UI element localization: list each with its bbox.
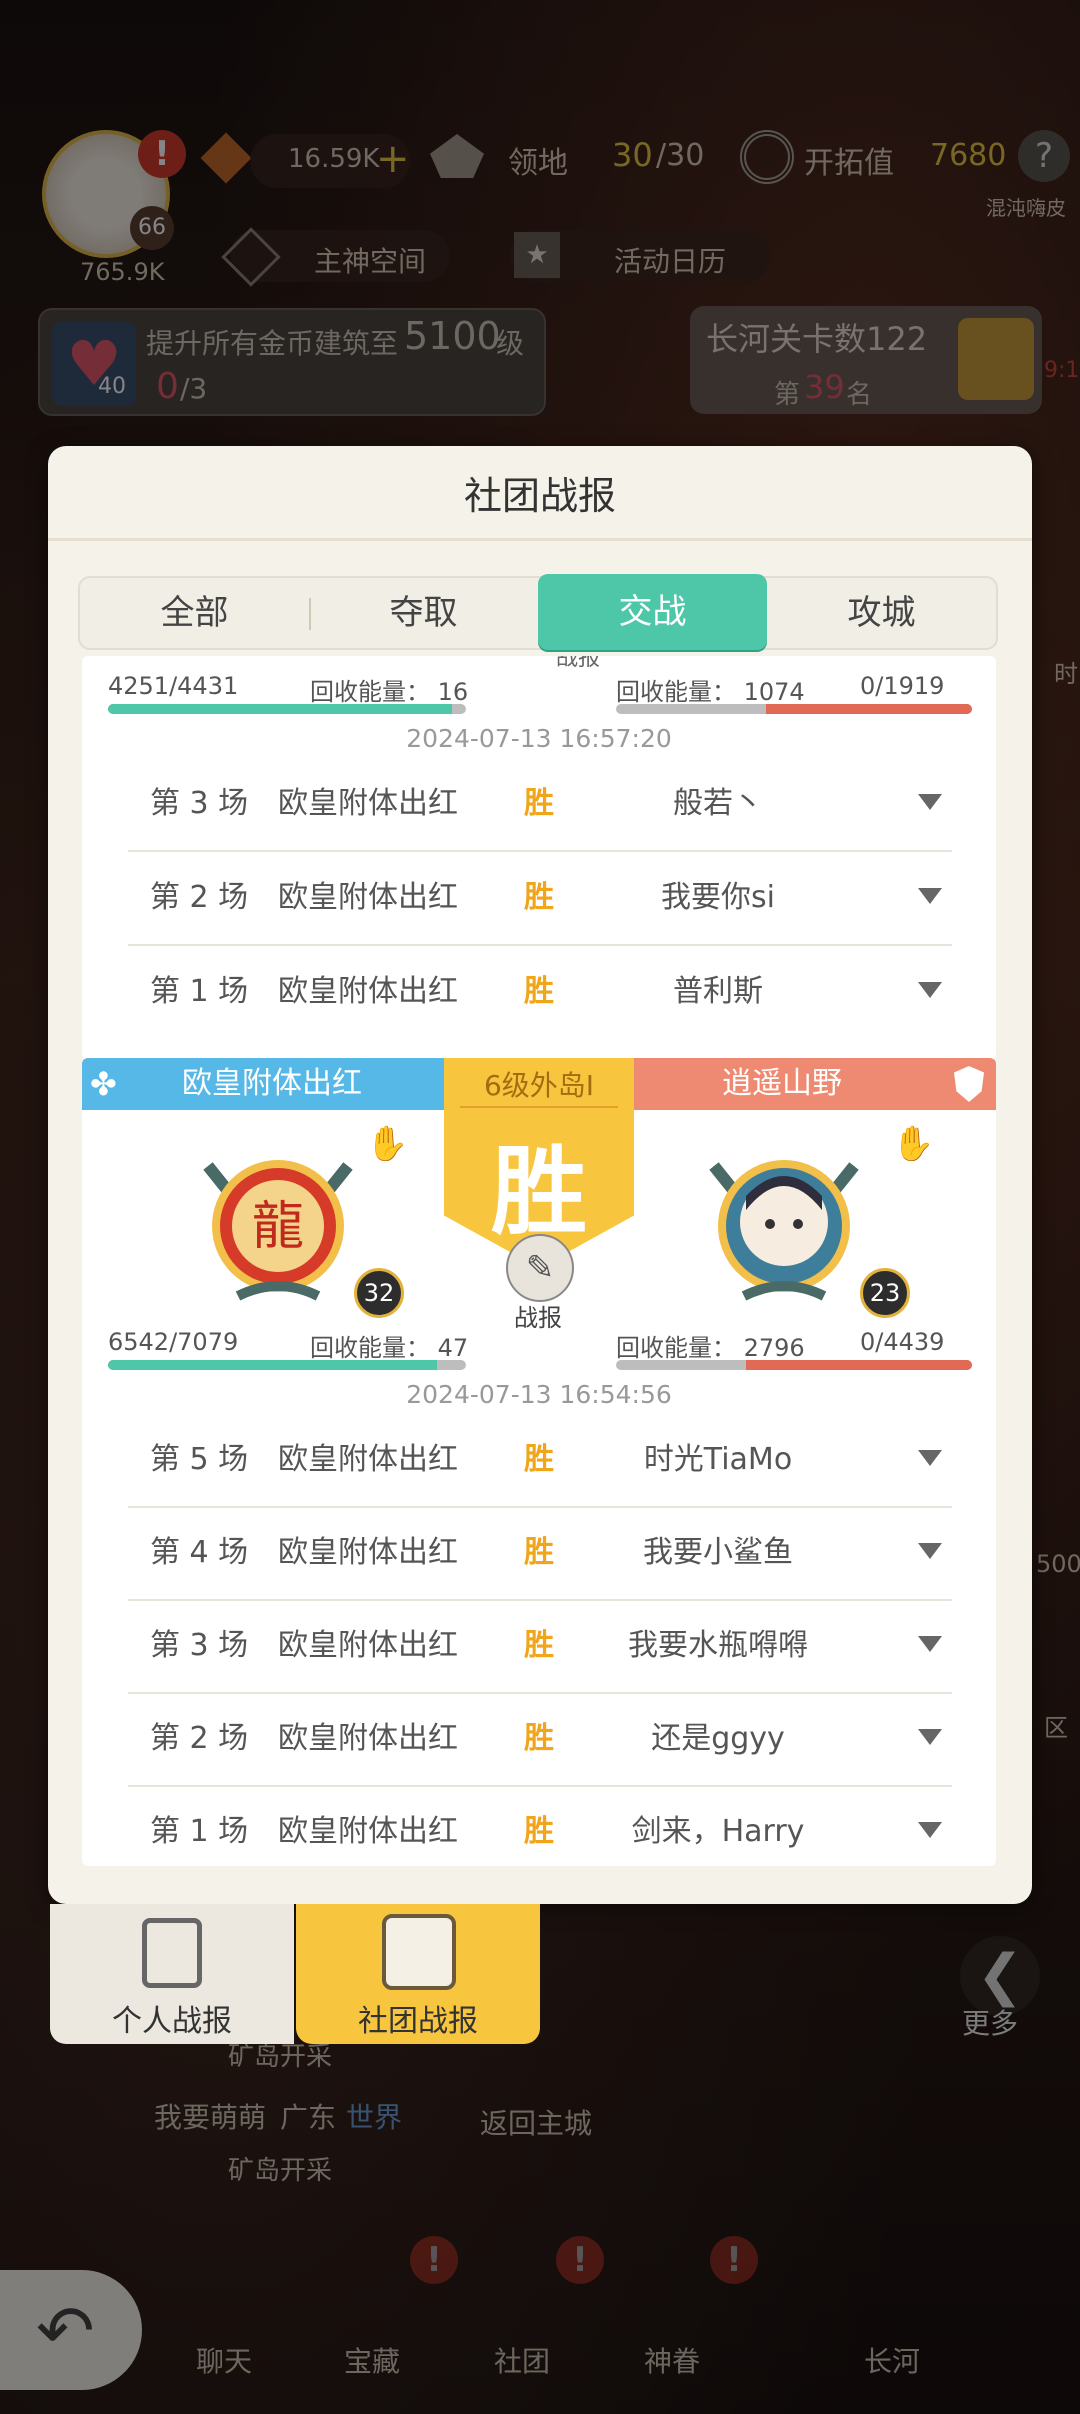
attacker-name: 欧皇附体出红	[278, 1721, 458, 1756]
left-hand-icon: ✋	[366, 1124, 409, 1164]
battle-card: 战报 4251/4431 回收能量： 16 回收能量： 1074 0/1919 …	[82, 656, 996, 1060]
battle-timestamp: 2024-07-13 16:57:20	[406, 724, 672, 753]
left-team-icon: ✤	[90, 1065, 117, 1103]
left-hp-bar-fill	[108, 704, 452, 714]
round-number: 第 4 场	[150, 1535, 249, 1570]
right-hp-bar	[616, 704, 972, 714]
expand-arrow-icon[interactable]	[918, 794, 942, 810]
right-hand-icon: ✋	[892, 1124, 935, 1164]
expand-arrow-icon[interactable]	[918, 1450, 942, 1466]
round-row[interactable]: 第 3 场 欧皇附体出红 胜 般若丶	[128, 758, 952, 852]
right-recycle: 回收能量： 1074	[616, 678, 805, 706]
defender-name: 还是ggyy	[651, 1721, 785, 1756]
round-row[interactable]: 第 3 场 欧皇附体出红 胜 我要水瓶嘚嘚	[128, 1600, 952, 1694]
svg-text:龍: 龍	[252, 1197, 304, 1257]
round-number: 第 2 场	[150, 880, 249, 915]
report-list[interactable]: 战报 4251/4431 回收能量： 16 回收能量： 1074 0/1919 …	[82, 656, 996, 1866]
round-number: 第 1 场	[150, 1814, 249, 1849]
right-hp-bar-fill	[746, 1360, 972, 1370]
round-row[interactable]: 第 4 场 欧皇附体出红 胜 我要小鲨鱼	[128, 1507, 952, 1601]
defender-name: 我要你si	[661, 880, 775, 915]
right-team-level: 23	[860, 1268, 910, 1318]
report-clipboard-icon[interactable]: ✎	[506, 1234, 574, 1302]
right-hp: 0/1919	[860, 672, 945, 700]
attacker-name: 欧皇附体出红	[278, 1535, 458, 1570]
round-number: 第 1 场	[150, 974, 249, 1009]
tab-all[interactable]: 全部	[80, 578, 309, 648]
round-number: 第 2 场	[150, 1721, 249, 1756]
expand-arrow-icon[interactable]	[918, 1636, 942, 1652]
defender-name: 我要小鲨鱼	[643, 1535, 793, 1570]
expand-arrow-icon[interactable]	[918, 982, 942, 998]
battle-report-label: 战报	[514, 1304, 562, 1332]
outcome-text: 胜	[491, 1136, 587, 1248]
round-result: 胜	[524, 974, 554, 1009]
round-result: 胜	[524, 1814, 554, 1849]
round-result: 胜	[524, 1721, 554, 1756]
round-number: 第 3 场	[150, 786, 249, 821]
personal-report-label: 个人战报	[112, 2004, 232, 2039]
expand-arrow-icon[interactable]	[918, 1543, 942, 1559]
defender-name: 剑来，Harry	[631, 1814, 805, 1849]
tab-guild-report[interactable]: 社团战报	[296, 1904, 540, 2044]
tab-personal-report[interactable]: 个人战报	[50, 1904, 294, 2044]
round-row[interactable]: 第 1 场 欧皇附体出红 胜 普利斯	[128, 946, 952, 1038]
scroll-icon	[382, 1914, 456, 1990]
left-team-emblem[interactable]: 龍	[178, 1126, 378, 1326]
right-team-name: 逍遥山野	[722, 1066, 842, 1101]
round-row[interactable]: 第 2 场 欧皇附体出红 胜 我要你si	[128, 852, 952, 946]
tab-battle[interactable]: 交战	[538, 574, 767, 650]
round-number: 第 3 场	[150, 1628, 249, 1663]
round-number: 第 5 场	[150, 1442, 249, 1477]
defender-name: 普利斯	[673, 974, 763, 1009]
right-recycle: 回收能量： 2796	[616, 1334, 805, 1362]
attacker-name: 欧皇附体出红	[278, 1628, 458, 1663]
attacker-name: 欧皇附体出红	[278, 1814, 458, 1849]
attacker-name: 欧皇附体出红	[278, 1442, 458, 1477]
filter-tabs: 全部 夺取 交战 攻城	[78, 574, 998, 650]
round-result: 胜	[524, 786, 554, 821]
guild-report-panel: 社团战报 全部 夺取 交战 攻城 战报 4251/4431 回收能量： 16 回…	[48, 446, 1032, 1904]
left-hp-bar	[108, 704, 466, 714]
expand-arrow-icon[interactable]	[918, 1729, 942, 1745]
left-hp-bar-fill	[108, 1360, 438, 1370]
battle-card: ✤ 欧皇附体出红 逍遥山野 6级外岛I 胜 ✎ 战报 龍 ✋ 32 ✋ 23 6…	[82, 1058, 996, 1866]
tab-seize[interactable]: 夺取	[309, 578, 538, 648]
banner-divider	[460, 1106, 618, 1108]
attacker-name: 欧皇附体出红	[278, 786, 458, 821]
right-hp-bar-fill	[766, 704, 972, 714]
left-hp: 4251/4431	[108, 672, 239, 700]
defender-name: 我要水瓶嘚嘚	[628, 1628, 808, 1663]
left-hp: 6542/7079	[108, 1328, 239, 1356]
left-team-name: 欧皇附体出红	[182, 1066, 362, 1101]
attacker-name: 欧皇附体出红	[278, 974, 458, 1009]
attacker-name: 欧皇附体出红	[278, 880, 458, 915]
round-row[interactable]: 第 1 场 欧皇附体出红 胜 剑来，Harry	[128, 1786, 952, 1866]
battle-report-label: 战报	[556, 656, 601, 671]
defender-name: 时光TiaMo	[643, 1442, 793, 1477]
left-team-level: 32	[354, 1268, 404, 1318]
round-result: 胜	[524, 1442, 554, 1477]
clipboard-icon	[142, 1918, 202, 1988]
tab-siege[interactable]: 攻城	[767, 578, 996, 648]
left-hp-bar	[108, 1360, 466, 1370]
round-row[interactable]: 第 2 场 欧皇附体出红 胜 还是ggyy	[128, 1693, 952, 1787]
guild-report-label: 社团战报	[358, 2004, 478, 2039]
left-recycle: 回收能量： 16	[310, 678, 469, 706]
expand-arrow-icon[interactable]	[918, 1822, 942, 1838]
round-result: 胜	[524, 1628, 554, 1663]
left-recycle: 回收能量： 47	[310, 1334, 469, 1362]
defender-name: 般若丶	[673, 786, 763, 821]
round-result: 胜	[524, 1535, 554, 1570]
panel-title: 社团战报	[48, 446, 1032, 541]
battle-timestamp: 2024-07-13 16:54:56	[406, 1380, 672, 1409]
right-team-emblem[interactable]	[684, 1126, 884, 1326]
round-row[interactable]: 第 5 场 欧皇附体出红 胜 时光TiaMo	[128, 1414, 952, 1508]
round-result: 胜	[524, 880, 554, 915]
right-hp-bar	[616, 1360, 972, 1370]
expand-arrow-icon[interactable]	[918, 888, 942, 904]
location-label: 6级外岛I	[483, 1069, 595, 1102]
right-hp: 0/4439	[860, 1328, 945, 1356]
